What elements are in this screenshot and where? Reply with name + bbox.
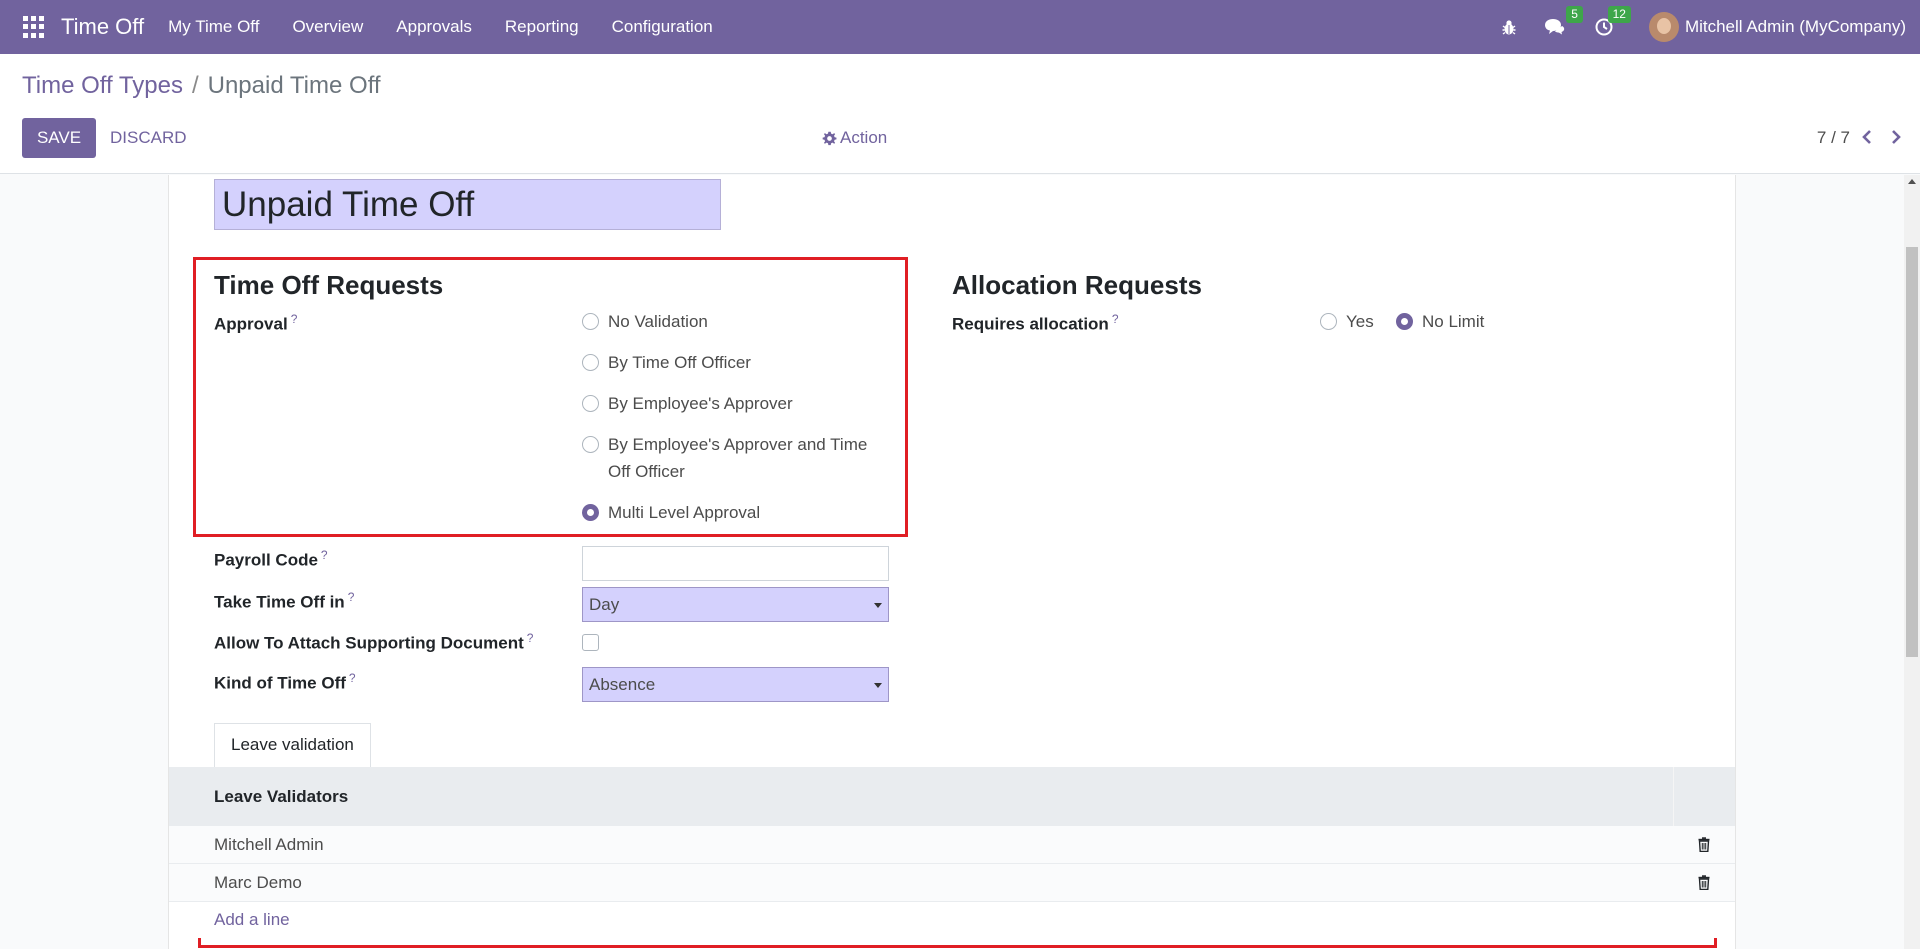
take-time-off-in-select[interactable]: Day [582,587,889,622]
dropdown-caret-icon [874,603,882,608]
scroll-up-arrow-icon[interactable] [1908,179,1916,184]
menu-my-time-off[interactable]: My Time Off [168,17,259,37]
pager-value[interactable]: 7 / 7 [1817,128,1850,148]
pager-next-button[interactable] [1885,124,1907,150]
scrollbar-thumb[interactable] [1906,247,1918,657]
trash-icon [1698,837,1710,852]
activities-badge: 12 [1607,6,1631,23]
action-label: Action [840,128,888,147]
allocation-option-yes[interactable]: Yes [1320,308,1374,335]
kind-of-time-off-help-icon[interactable]: ? [349,671,356,685]
time-off-requests-title: Time Off Requests [214,270,444,300]
control-panel: Time Off Types / Unpaid Time Off SAVE DI… [0,54,1920,174]
validator-name[interactable]: Marc Demo [169,873,1673,893]
leave-validators-table: Leave Validators Mitchell Admin Marc Dem… [169,767,1735,938]
payroll-code-input[interactable] [582,546,889,581]
approval-option-both[interactable]: By Employee's Approver and Time Off Offi… [582,431,892,485]
validator-name[interactable]: Mitchell Admin [169,835,1673,855]
top-navbar: Time Off My Time Off Overview Approvals … [0,0,1920,54]
messages-icon[interactable]: 5 [1543,6,1583,36]
breadcrumb-parent[interactable]: Time Off Types [22,72,183,100]
column-leave-validators[interactable]: Leave Validators [169,787,1673,807]
systray: 5 12 Mitchell Admin (MyCompany) [1479,0,1906,54]
approval-label: Approval? [214,312,298,334]
approval-option-no-validation[interactable]: No Validation [582,308,708,335]
approval-option-employee-approver[interactable]: By Employee's Approver [582,390,793,417]
menu-configuration[interactable]: Configuration [612,17,713,37]
time-off-type-name-input[interactable]: Unpaid Time Off [214,179,721,230]
radio-no-validation[interactable] [582,313,599,330]
menu-approvals[interactable]: Approvals [396,17,472,37]
discard-button[interactable]: DISCARD [110,118,187,158]
add-line-link[interactable]: Add a line [169,902,1735,938]
attach-document-help-icon[interactable]: ? [527,631,534,645]
app-name[interactable]: Time Off [61,14,144,40]
tab-leave-validation[interactable]: Leave validation [214,723,371,767]
trash-icon [1698,875,1710,890]
radio-no-limit[interactable] [1396,313,1413,330]
form-view: Unpaid Time Off Time Off Requests Approv… [0,175,1904,949]
approval-option-multi-level[interactable]: Multi Level Approval [582,499,760,526]
attach-document-checkbox[interactable] [582,634,599,651]
radio-employee-approver[interactable] [582,395,599,412]
save-button[interactable]: SAVE [22,118,96,158]
activities-clock-icon[interactable]: 12 [1595,6,1631,36]
kind-of-time-off-label: Kind of Time Off? [214,671,356,693]
main-menu: My Time Off Overview Approvals Reporting… [168,17,746,37]
chevron-left-icon [1862,130,1871,144]
delete-row-button[interactable] [1673,837,1735,852]
radio-time-off-officer[interactable] [582,354,599,371]
radio-yes[interactable] [1320,313,1337,330]
action-menu-button[interactable]: Action [822,128,887,148]
kind-of-time-off-select[interactable]: Absence [582,667,889,702]
user-menu[interactable]: Mitchell Admin (MyCompany) [1685,17,1906,37]
menu-overview[interactable]: Overview [292,17,363,37]
attach-document-label: Allow To Attach Supporting Document? [214,631,534,653]
delete-row-button[interactable] [1673,875,1735,890]
user-avatar[interactable] [1648,12,1679,42]
allocation-option-no-limit[interactable]: No Limit [1396,308,1484,335]
requires-allocation-label: Requires allocation? [952,312,1119,334]
breadcrumb-separator: / [191,72,199,99]
radio-multi-level[interactable] [582,504,599,521]
payroll-code-help-icon[interactable]: ? [321,548,328,562]
allocation-requests-title: Allocation Requests [952,270,1202,300]
menu-reporting[interactable]: Reporting [505,17,579,37]
payroll-code-label: Payroll Code? [214,548,328,570]
pager-previous-button[interactable] [1856,124,1878,150]
apps-menu-icon[interactable] [23,16,45,38]
messages-badge: 5 [1566,6,1583,23]
table-row[interactable]: Mitchell Admin [169,826,1735,864]
approval-option-time-off-officer[interactable]: By Time Off Officer [582,349,751,376]
table-row[interactable]: Marc Demo [169,864,1735,902]
radio-both[interactable] [582,436,599,453]
gear-icon [822,131,837,145]
breadcrumb: Time Off Types / Unpaid Time Off [22,72,381,100]
vertical-scrollbar[interactable] [1904,175,1920,949]
requires-allocation-help-icon[interactable]: ? [1112,312,1119,326]
bug-icon[interactable] [1501,19,1517,36]
approval-help-icon[interactable]: ? [291,312,298,326]
form-sheet: Unpaid Time Off Time Off Requests Approv… [168,175,1736,949]
breadcrumb-current: Unpaid Time Off [207,72,381,99]
take-time-off-in-help-icon[interactable]: ? [348,590,355,604]
column-delete [1673,767,1735,826]
table-header: Leave Validators [169,767,1735,826]
dropdown-caret-icon [874,683,882,688]
take-time-off-in-label: Take Time Off in? [214,590,355,612]
chevron-right-icon [1892,130,1901,144]
